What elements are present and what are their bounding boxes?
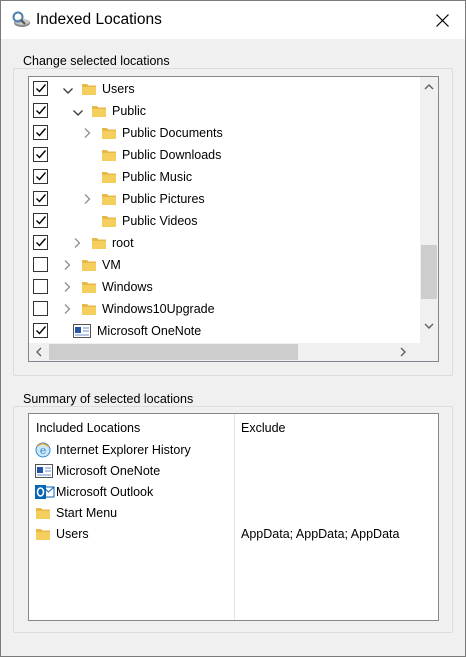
- tree-item-checkbox[interactable]: [33, 323, 48, 338]
- tree-item-label: Users: [102, 82, 135, 96]
- folder-icon: [91, 103, 107, 119]
- summary-label: Summary of selected locations: [21, 392, 196, 406]
- folder-icon: [101, 169, 117, 185]
- window-title: Indexed Locations: [36, 11, 162, 28]
- onenote-icon: [35, 463, 53, 479]
- summary-list: Included Locations Exclude e Internet Exp…: [28, 413, 439, 621]
- tree-item-checkbox[interactable]: [33, 147, 48, 162]
- tree-item-label: Public Documents: [122, 126, 223, 140]
- summary-location-label: Users: [56, 527, 89, 541]
- folder-icon: [81, 81, 97, 97]
- summary-location-label: Microsoft OneNote: [56, 464, 161, 478]
- indexed-locations-window: Indexed Locations Change selected locati…: [0, 0, 466, 657]
- outlook-icon: [35, 484, 55, 500]
- tree-item-checkbox[interactable]: [33, 169, 48, 184]
- tree-item-label: Public: [112, 104, 147, 118]
- horizontal-scroll-thumb[interactable]: [49, 344, 298, 360]
- change-locations-label: Change selected locations: [21, 54, 172, 68]
- tree-item-checkbox[interactable]: [33, 191, 48, 206]
- scroll-up-icon[interactable]: [424, 83, 434, 90]
- summary-row: Users AppData; AppData; AppData: [29, 524, 438, 545]
- tree-item-checkbox[interactable]: [33, 81, 48, 96]
- vertical-scrollbar[interactable]: [420, 77, 438, 344]
- folder-icon: [101, 191, 117, 207]
- tree-item[interactable]: Public Pictures: [29, 188, 417, 210]
- tree-item-label: Windows10Upgrade: [102, 302, 215, 316]
- tree-item-label: VM: [102, 258, 121, 272]
- tree-item-label: Public Pictures: [122, 192, 205, 206]
- scroll-down-icon[interactable]: [424, 323, 434, 330]
- summary-row: e Internet Explorer History: [29, 440, 438, 461]
- folder-icon: [81, 279, 97, 295]
- tree-item[interactable]: Public Downloads: [29, 144, 417, 166]
- tree-item-checkbox[interactable]: [33, 301, 48, 316]
- tree-item[interactable]: Public Videos: [29, 210, 417, 232]
- tree-item[interactable]: Users: [29, 78, 417, 100]
- horizontal-scrollbar[interactable]: [29, 343, 438, 361]
- summary-exclude-value: AppData; AppData; AppData: [241, 527, 400, 541]
- summary-row: Microsoft OneNote: [29, 461, 438, 482]
- tree-item-checkbox[interactable]: [33, 125, 48, 140]
- chevron-right-icon[interactable]: [62, 281, 72, 293]
- scroll-right-icon[interactable]: [400, 347, 407, 357]
- chevron-down-icon[interactable]: [72, 107, 83, 119]
- scrollbar-corner: [420, 343, 438, 361]
- tree-item-label: Windows: [102, 280, 153, 294]
- tree-item[interactable]: VM: [29, 254, 417, 276]
- onenote-icon: [73, 323, 91, 339]
- title-bar: Indexed Locations: [1, 1, 465, 39]
- folder-icon: [81, 257, 97, 273]
- tree-item[interactable]: Public: [29, 100, 417, 122]
- tree-item-checkbox[interactable]: [33, 213, 48, 228]
- close-icon: [435, 13, 449, 27]
- indexing-options-icon: [12, 11, 30, 27]
- ie-history-icon: e: [35, 442, 51, 458]
- tree-item[interactable]: Public Documents: [29, 122, 417, 144]
- included-locations-header[interactable]: Included Locations: [36, 421, 140, 435]
- summary-location-label: Microsoft Outlook: [56, 485, 154, 499]
- summary-location-label: Start Menu: [56, 506, 118, 520]
- tree-item-label: root: [112, 236, 134, 250]
- tree-item-label: Public Videos: [122, 214, 198, 228]
- tree-item-checkbox[interactable]: [33, 257, 48, 272]
- tree-item[interactable]: Windows: [29, 276, 417, 298]
- summary-location-label: Internet Explorer History: [56, 443, 191, 457]
- locations-tree[interactable]: Users Public Public Documents Public Downlo…: [28, 76, 439, 362]
- chevron-right-icon[interactable]: [72, 237, 82, 249]
- chevron-right-icon[interactable]: [82, 193, 92, 205]
- tree-item-label: Public Music: [122, 170, 193, 184]
- folder-icon: [91, 235, 107, 251]
- svg-text:e: e: [40, 444, 47, 457]
- exclude-header[interactable]: Exclude: [241, 421, 285, 435]
- tree-item[interactable]: Windows10Upgrade: [29, 298, 417, 320]
- folder-icon: [35, 505, 51, 521]
- close-button[interactable]: [419, 1, 465, 39]
- folder-icon: [81, 301, 97, 317]
- tree-item[interactable]: Public Music: [29, 166, 417, 188]
- vertical-scroll-thumb[interactable]: [421, 245, 437, 299]
- tree-item-label: Public Downloads: [122, 148, 222, 162]
- tree-item[interactable]: Microsoft OneNote: [29, 320, 417, 342]
- chevron-right-icon[interactable]: [82, 127, 92, 139]
- chevron-down-icon[interactable]: [62, 85, 73, 97]
- tree-item-checkbox[interactable]: [33, 235, 48, 250]
- tree-item-label: Microsoft OneNote: [97, 324, 202, 338]
- chevron-right-icon[interactable]: [62, 303, 72, 315]
- summary-row: Microsoft Outlook: [29, 482, 438, 503]
- tree-item-checkbox[interactable]: [33, 279, 48, 294]
- folder-icon: [101, 147, 117, 163]
- summary-row: Start Menu: [29, 503, 438, 524]
- folder-icon: [101, 213, 117, 229]
- folder-icon: [35, 526, 51, 542]
- tree-item-checkbox[interactable]: [33, 103, 48, 118]
- scroll-left-icon[interactable]: [35, 347, 42, 357]
- chevron-right-icon[interactable]: [62, 259, 72, 271]
- tree-item[interactable]: root: [29, 232, 417, 254]
- folder-icon: [101, 125, 117, 141]
